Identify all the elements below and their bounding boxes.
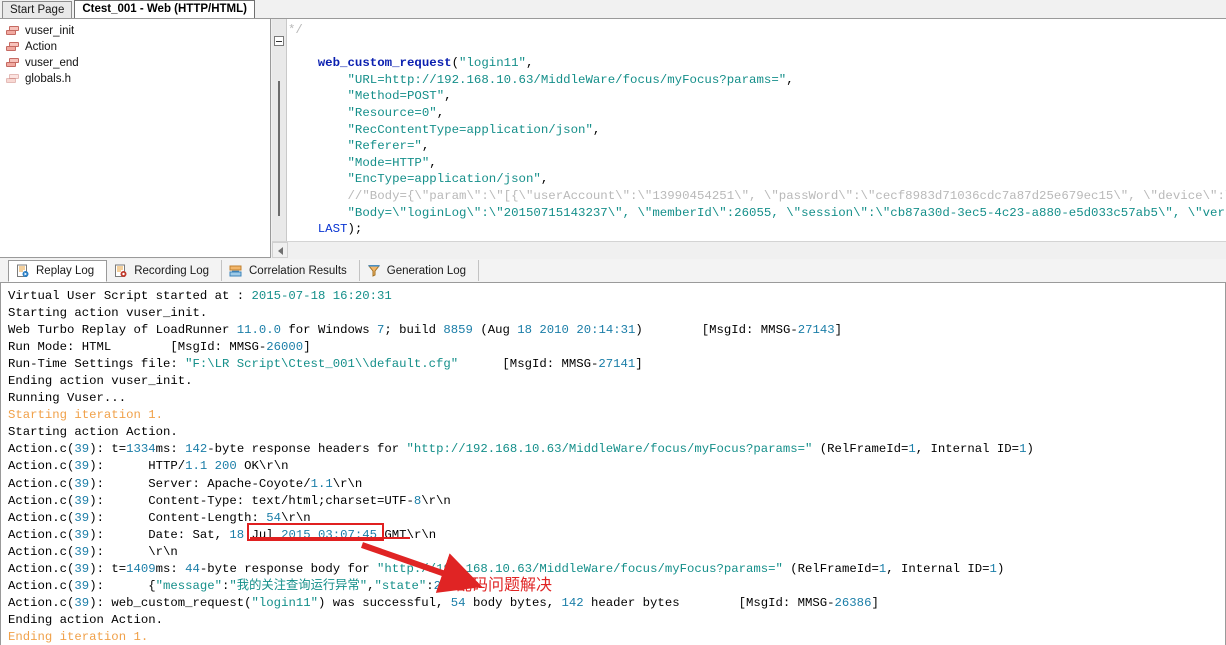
tab-label: Replay Log bbox=[36, 264, 95, 277]
scroll-left-arrow-icon[interactable] bbox=[272, 242, 288, 258]
tab-label: Correlation Results bbox=[249, 264, 347, 277]
replay-log-text: Virtual User Script started at : 2015-07… bbox=[8, 289, 1034, 644]
tab-ctest-001[interactable]: Ctest_001 - Web (HTTP/HTML) bbox=[74, 0, 255, 18]
tree-item-globals-h[interactable]: globals.h bbox=[0, 71, 270, 87]
code-text[interactable]: */ web_custom_request("login11", "URL=ht… bbox=[288, 19, 1226, 258]
document-tab-strip: Start Page Ctest_001 - Web (HTTP/HTML) bbox=[0, 0, 1226, 19]
code-editor-panel[interactable]: */ web_custom_request("login11", "URL=ht… bbox=[272, 19, 1226, 258]
tab-label: Generation Log bbox=[386, 264, 467, 277]
tree-item-vuser-init[interactable]: vuser_init bbox=[0, 23, 270, 39]
tree-item-label: vuser_end bbox=[25, 57, 79, 69]
replay-log-icon bbox=[16, 264, 30, 278]
tree-item-action[interactable]: Action bbox=[0, 39, 270, 55]
action-brick-icon bbox=[6, 41, 20, 53]
output-pane-tab-strip: Replay Log Recording Log Correlation Res… bbox=[0, 259, 1226, 282]
collapse-minus-icon[interactable] bbox=[274, 36, 284, 46]
correlation-results-icon bbox=[229, 264, 243, 278]
loadrunner-vugen-window: Start Page Ctest_001 - Web (HTTP/HTML) v… bbox=[0, 0, 1226, 645]
tree-item-label: Action bbox=[25, 41, 57, 53]
generation-log-icon bbox=[367, 264, 381, 278]
tab-recording-log[interactable]: Recording Log bbox=[107, 260, 222, 281]
fold-range-bar bbox=[278, 81, 280, 216]
tab-replay-log[interactable]: Replay Log bbox=[8, 259, 108, 282]
header-file-icon bbox=[6, 73, 20, 85]
recording-log-icon bbox=[114, 264, 128, 278]
annotation-text: 乱码问题解决 bbox=[456, 575, 553, 594]
tree-item-label: vuser_init bbox=[25, 25, 75, 37]
tree-item-label: globals.h bbox=[25, 73, 72, 85]
tab-generation-log[interactable]: Generation Log bbox=[360, 260, 480, 281]
tab-correlation-results[interactable]: Correlation Results bbox=[222, 260, 360, 281]
tab-label: Recording Log bbox=[134, 264, 209, 277]
tab-start-page[interactable]: Start Page bbox=[2, 1, 73, 18]
action-brick-icon bbox=[6, 25, 20, 37]
action-brick-icon bbox=[6, 57, 20, 69]
code-folding-margin bbox=[272, 19, 287, 241]
replay-log-output[interactable]: Virtual User Script started at : 2015-07… bbox=[0, 282, 1226, 645]
script-tree-panel[interactable]: vuser_init Action vuser_end globals.h bbox=[0, 19, 271, 258]
tree-item-vuser-end[interactable]: vuser_end bbox=[0, 55, 270, 71]
editor-horizontal-scrollbar[interactable] bbox=[272, 241, 1226, 258]
